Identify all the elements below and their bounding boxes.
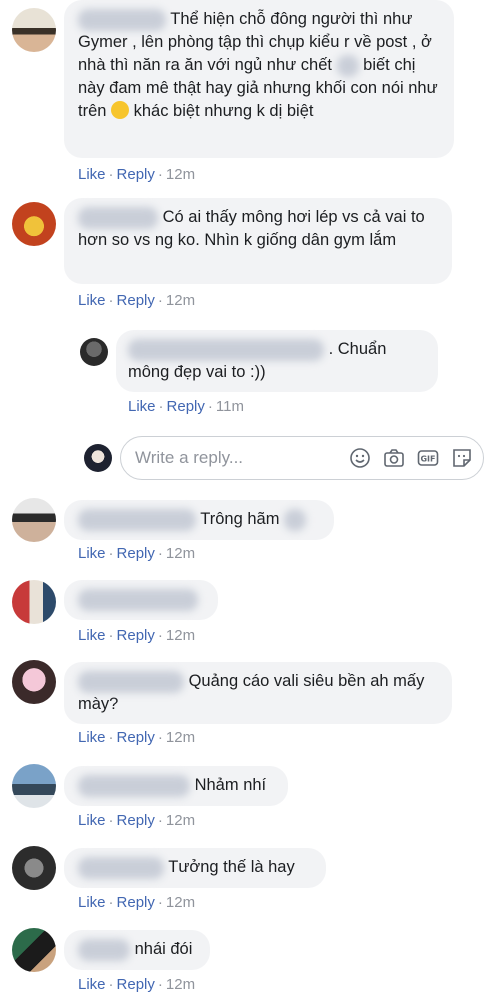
reply-link[interactable]: Reply — [117, 894, 155, 911]
blurred-name — [78, 508, 196, 531]
avatar[interactable] — [12, 498, 56, 542]
reply-link[interactable]: Reply — [117, 545, 155, 562]
separator: · — [157, 292, 163, 309]
blurred-name — [78, 588, 198, 611]
comment-actions: Like · Reply · 12m — [78, 812, 195, 829]
like-link[interactable]: Like — [78, 729, 106, 746]
avatar[interactable] — [12, 8, 56, 52]
like-link[interactable]: Like — [78, 627, 106, 644]
comment-bubble: Nhảm nhí — [64, 766, 288, 806]
separator: · — [108, 166, 114, 183]
comment-text: nhái đói — [134, 940, 193, 958]
like-link[interactable]: Like — [78, 812, 106, 829]
reply-link[interactable]: Reply — [117, 729, 155, 746]
separator: · — [108, 292, 114, 309]
avatar[interactable] — [12, 580, 56, 624]
comment-text: Tưởng thế là hay — [168, 858, 295, 876]
svg-text:GIF: GIF — [420, 455, 435, 464]
comment-bubble: nhái đói — [64, 930, 210, 970]
avatar[interactable] — [12, 928, 56, 972]
separator: · — [158, 398, 164, 415]
reply-input[interactable]: Write a reply... GIF — [120, 436, 484, 480]
separator: · — [108, 627, 114, 644]
timestamp[interactable]: 12m — [166, 976, 195, 993]
comment-bubble: Trông hãm — [64, 500, 334, 540]
reply-link[interactable]: Reply — [117, 976, 155, 993]
timestamp[interactable]: 12m — [166, 812, 195, 829]
blurred-name — [78, 856, 164, 879]
comment-actions: Like · Reply · 12m — [78, 976, 195, 993]
comment-actions: Like · Reply · 12m — [78, 894, 195, 911]
timestamp[interactable]: 12m — [166, 545, 195, 562]
separator: · — [108, 976, 114, 993]
separator: · — [157, 894, 163, 911]
reply-link[interactable]: Reply — [117, 292, 155, 309]
blurred-name — [78, 206, 158, 229]
timestamp[interactable]: 11m — [216, 398, 244, 415]
gif-icon[interactable]: GIF — [417, 447, 439, 469]
separator: · — [157, 627, 163, 644]
avatar[interactable] — [12, 202, 56, 246]
blurred-text — [336, 54, 359, 77]
comment-actions: Like · Reply · 12m — [78, 545, 195, 562]
like-link[interactable]: Like — [78, 292, 106, 309]
comment-actions: Like · Reply · 11m — [128, 398, 244, 415]
like-link[interactable]: Like — [78, 166, 106, 183]
like-link[interactable]: Like — [78, 894, 106, 911]
avatar[interactable] — [80, 338, 108, 366]
separator: · — [108, 812, 114, 829]
separator: · — [108, 894, 114, 911]
camera-icon[interactable] — [383, 447, 405, 469]
comment-bubble: Tưởng thế là hay — [64, 848, 326, 888]
blurred-name — [78, 938, 130, 961]
comment-actions: Like · Reply · 12m — [78, 166, 195, 183]
timestamp[interactable]: 12m — [166, 166, 195, 183]
reply-link[interactable]: Reply — [117, 627, 155, 644]
separator: · — [157, 976, 163, 993]
current-user-avatar — [84, 444, 112, 472]
like-link[interactable]: Like — [78, 976, 106, 993]
reply-placeholder: Write a reply... — [135, 448, 244, 467]
timestamp[interactable]: 12m — [166, 894, 195, 911]
separator: · — [157, 729, 163, 746]
comment-bubble: Quảng cáo vali siêu bền ah mấy mày? — [64, 662, 452, 724]
separator: · — [157, 545, 163, 562]
grin-emoji-icon — [111, 101, 130, 119]
blurred-name — [78, 8, 166, 31]
separator: · — [108, 729, 114, 746]
comment-bubble: Thể hiện chỗ đông người thì như Gymer , … — [64, 0, 454, 158]
comment-actions: Like · Reply · 12m — [78, 292, 195, 309]
comment-text: Nhảm nhí — [194, 776, 267, 794]
blurred-name — [78, 670, 184, 693]
sticker-icon[interactable] — [451, 447, 473, 469]
blurred-name — [78, 774, 190, 797]
comment-bubble: . Chuẩn mông đẹp vai to :)) — [116, 330, 438, 392]
emoji-icon[interactable] — [349, 447, 371, 469]
avatar[interactable] — [12, 660, 56, 704]
like-link[interactable]: Like — [128, 398, 156, 415]
separator: · — [108, 545, 114, 562]
reply-link[interactable]: Reply — [117, 812, 155, 829]
separator: · — [157, 812, 163, 829]
comment-actions: Like · Reply · 12m — [78, 627, 195, 644]
comment-bubble — [64, 580, 218, 620]
comment-text-3: khác biệt nhưng k dị biệt — [133, 102, 314, 120]
avatar[interactable] — [12, 764, 56, 808]
reply-input-icons: GIF — [349, 447, 473, 469]
timestamp[interactable]: 12m — [166, 729, 195, 746]
separator: · — [157, 166, 163, 183]
reply-link[interactable]: Reply — [117, 166, 155, 183]
separator: · — [207, 398, 213, 415]
reply-link[interactable]: Reply — [167, 398, 205, 415]
comment-actions: Like · Reply · 12m — [78, 729, 195, 746]
timestamp[interactable]: 12m — [166, 627, 195, 644]
like-link[interactable]: Like — [78, 545, 106, 562]
comment-text: Trông hãm — [200, 510, 280, 528]
timestamp[interactable]: 12m — [166, 292, 195, 309]
blurred-name — [128, 338, 324, 361]
blurred-text — [284, 508, 307, 531]
avatar[interactable] — [12, 846, 56, 890]
comment-bubble: Có ai thấy mông hơi lép vs cả vai to hơn… — [64, 198, 452, 284]
